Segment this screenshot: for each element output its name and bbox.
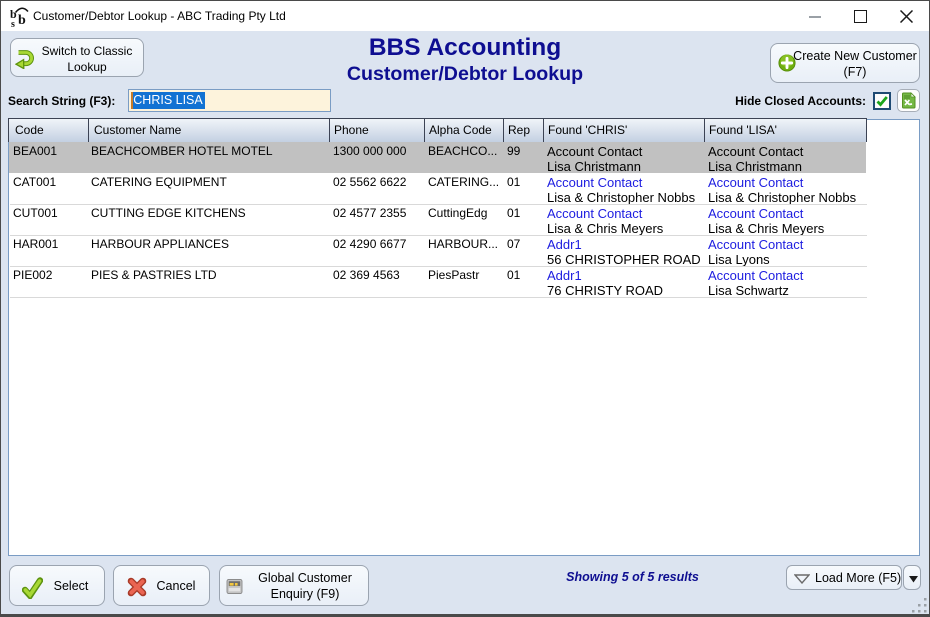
svg-text:s: s	[11, 19, 15, 28]
svg-text:b: b	[18, 13, 26, 28]
